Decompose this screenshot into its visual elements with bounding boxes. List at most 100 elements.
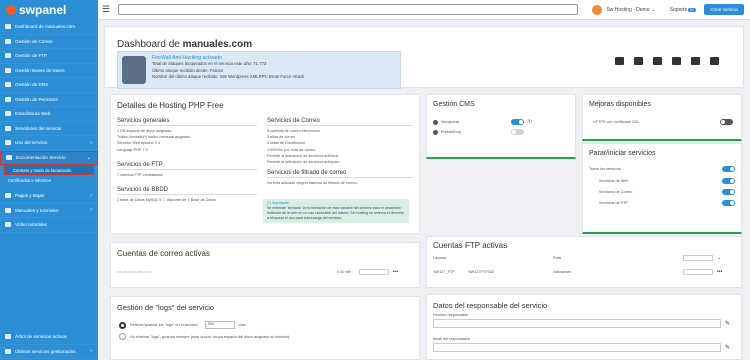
all-services-label: Todos los servicios (589, 167, 621, 171)
sidebar-items2-2[interactable]: Vídeo tutoriales (0, 218, 98, 233)
sidebar-items-1[interactable]: Gestión de Correo (0, 35, 98, 49)
ftp-pass: SW127FTP332 (468, 270, 494, 274)
chevron-icon: › (90, 348, 92, 355)
sidebar-bottom-0[interactable]: Árbol de servicios activos (0, 330, 98, 345)
ftp-row-select[interactable] (683, 269, 713, 275)
sidebar-items-6[interactable]: Estadísticas Web (0, 107, 98, 122)
service-row: Servicios de Correo (599, 189, 735, 195)
service-toggle[interactable] (722, 200, 735, 206)
create-service-button[interactable]: Crear servicio (704, 4, 744, 15)
sidebar-item-icon (5, 193, 11, 199)
logs-retain-radio[interactable] (119, 321, 126, 329)
bug-icon[interactable] (710, 57, 719, 65)
sidebar-subitem-contract[interactable]: Contrato y modo de facturación (4, 165, 94, 175)
download-icon[interactable] (634, 57, 643, 65)
services-panel: Parar/iniciar servicios Todos los servic… (582, 143, 742, 234)
section-title: Servicios de FTP (117, 161, 257, 170)
sync-icon[interactable] (672, 57, 681, 65)
email-account-menu-icon[interactable]: ••• (393, 269, 398, 275)
feature-line: 1 base de Datos MySQL 5.7, disponer de 1… (117, 198, 216, 203)
ftp-col-path: Ruta (553, 256, 562, 260)
sidebar-items2-1[interactable]: Manuales y tutoriales › (0, 204, 98, 218)
feature-line: No está activado ningún sistema de filtr… (267, 181, 358, 186)
sidebar-items-2[interactable]: Gestión de FTP (0, 49, 98, 64)
logs-days-input[interactable]: 365 (204, 321, 235, 329)
sidebar-bottom-1[interactable]: Últimos servicios gestionados › (0, 345, 98, 359)
sidebar-item-icon (5, 222, 11, 228)
sidebar-item-icon (5, 125, 11, 131)
sidebar-items-9[interactable]: Documentación Servicio ⌄ (0, 150, 98, 165)
sidebar-items-5[interactable]: Gestión de Permisos (0, 93, 98, 107)
mail-alert-icon[interactable] (691, 57, 700, 65)
support-link[interactable]: Soporte (670, 7, 688, 13)
section-title: Servicios de filtrado de correo (267, 169, 413, 179)
sidebar-items-0[interactable]: Dashboard de manuales.com (0, 20, 98, 35)
chevron-icon: › (90, 192, 92, 199)
logs-keep-label: No eliminar "logs", guardar siempre (est… (130, 334, 290, 339)
owner-email-label: email del responsable (433, 337, 470, 341)
sidebar-item-icon (5, 38, 11, 44)
sidebar-item-label: Gestión de Correo (15, 38, 53, 44)
https-label: HTTPS con certificado SSL (593, 120, 640, 124)
menu-icon[interactable]: ☰ (102, 4, 112, 15)
sidebar-item-icon (5, 96, 11, 102)
https-toggle[interactable] (720, 119, 733, 125)
cms-toggle[interactable] (511, 119, 524, 125)
important-note: (*) Importante Se entiende 'ilimitado' l… (263, 199, 409, 223)
ftp-user: SW127_FTP (433, 270, 455, 274)
account-name[interactable]: Sw Hosting - Demo (606, 7, 649, 13)
sidebar-items-7[interactable]: Servidores del servicio (0, 122, 98, 136)
logs-retain-label: Retener/guardar los "logs" en el servici… (130, 323, 199, 327)
email-account-name: info@manuales.com (117, 270, 152, 274)
chevron-icon: ⌄ (86, 154, 91, 161)
email-account-select[interactable] (358, 269, 389, 275)
sidebar-items2-0[interactable]: Pagos y Bajas › (0, 189, 98, 204)
ftp-col-user: Usuario (433, 256, 447, 260)
sidebar-items-4[interactable]: Gestión de DNS (0, 78, 98, 93)
ftp-accounts-title: Cuentas FTP activas (433, 241, 508, 250)
dashboard-header-panel: Dashboard de manuales.com FireWall Anti … (104, 26, 744, 89)
sidebar-item-label: Gestión de FTP (15, 53, 48, 59)
account-chevron-icon[interactable]: ⌄ (652, 7, 656, 13)
service-toggle[interactable] (722, 189, 735, 195)
sidebar: swpanel Dashboard de manuales.com Gestión… (0, 0, 98, 360)
search-input[interactable] (118, 4, 578, 15)
improvements-panel: Mejoras disponibles HTTPS con certificad… (582, 94, 742, 141)
sidebar-items-3[interactable]: Gestión Bases de Datos (0, 64, 98, 78)
sidebar-items-8[interactable]: Uso del servicio › (0, 136, 98, 151)
sidebar-item-label: Últimos servicios gestionados (15, 348, 76, 354)
ftp-header-menu-icon[interactable]: ⌄ (717, 255, 721, 261)
account-avatar[interactable] (592, 4, 603, 15)
cms-logo-icon (433, 129, 438, 135)
chevron-icon: › (90, 207, 92, 214)
cms-label: Wordpress (441, 120, 460, 124)
sidebar-item-icon (5, 207, 11, 213)
edit-email-icon[interactable]: ✎ (725, 344, 730, 351)
sidebar-item-icon (5, 82, 11, 88)
sidebar-subitem-certificates[interactable]: Certificados e informes (0, 175, 98, 185)
refresh-icon[interactable]: ↻ (528, 119, 532, 125)
calculator-icon[interactable] (653, 57, 662, 65)
cms-label: PrestaShop (441, 130, 461, 134)
cms-toggle[interactable] (511, 129, 524, 135)
service-toggle[interactable] (722, 178, 735, 184)
sidebar-item-label: Servidores del servicio (15, 125, 62, 131)
owner-name-input[interactable] (433, 319, 721, 328)
all-services-toggle[interactable] (722, 166, 735, 172)
logs-keep-radio[interactable] (119, 333, 126, 340)
owner-email-input[interactable] (433, 343, 721, 352)
sidebar-item-label: Documentación Servicio (16, 155, 66, 161)
sidebar-item-label: Uso del servicio (15, 140, 48, 146)
owner-name-label: Nombre responsable (433, 313, 469, 317)
cms-logo-icon (433, 119, 438, 125)
ftp-filter-select[interactable] (683, 255, 713, 261)
sidebar-item-icon (5, 140, 11, 146)
ftp-row-menu-icon[interactable]: ••• (717, 269, 722, 275)
services-title: Parar/iniciar servicios (589, 150, 656, 157)
mail-icon[interactable] (615, 57, 624, 65)
app-logo[interactable]: swpanel (0, 0, 98, 20)
edit-name-icon[interactable]: ✎ (725, 320, 730, 327)
email-accounts-title: Cuentas de correo activas (117, 249, 210, 258)
improvements-title: Mejoras disponibles (589, 101, 651, 108)
email-account-size: 0.00 Mb (337, 270, 351, 274)
